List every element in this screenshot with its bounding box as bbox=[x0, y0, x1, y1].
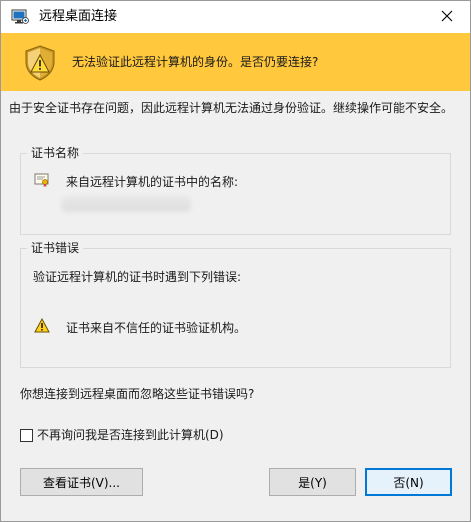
warning-banner: 无法验证此远程计算机的身份。是否仍要连接? bbox=[1, 33, 470, 91]
ignore-errors-question: 你想连接到远程桌面而忽略这些证书错误吗? bbox=[20, 387, 255, 401]
certificate-name-group-title: 证书名称 bbox=[27, 144, 84, 162]
rdp-certificate-dialog: 远程桌面连接 无法验证此远程计算机的身份。是否仍要连接? 由于安全证书存在问题，… bbox=[0, 0, 471, 522]
remote-desktop-icon bbox=[11, 9, 29, 25]
dont-ask-checkbox-row[interactable]: 不再询问我是否连接到此计算机(D) bbox=[20, 426, 224, 444]
banner-message: 无法验证此远程计算机的身份。是否仍要连接? bbox=[72, 55, 319, 69]
shield-warning-icon bbox=[23, 45, 57, 81]
errors-description: 验证远程计算机的证书时遇到下列错误: bbox=[33, 270, 242, 284]
certificate-name-group: 证书名称 来自远程计算机的证书中的名称: redacted-host-name bbox=[20, 144, 451, 235]
title-bar[interactable]: 远程桌面连接 bbox=[1, 1, 470, 33]
window-title: 远程桌面连接 bbox=[39, 9, 118, 24]
error-item: 证书来自不信任的证书验证机构。 bbox=[66, 321, 247, 335]
dont-ask-checkbox[interactable] bbox=[20, 428, 33, 442]
view-certificate-button[interactable]: 查看证书(V)... bbox=[20, 468, 143, 496]
certificate-icon bbox=[34, 172, 50, 188]
certificate-errors-group: 证书错误 验证远程计算机的证书时遇到下列错误: 证书来自不信任的证书验证机构。 bbox=[20, 239, 451, 368]
close-icon bbox=[441, 10, 453, 25]
certificate-name-label: 来自远程计算机的证书中的名称: bbox=[66, 175, 239, 189]
close-button[interactable] bbox=[424, 1, 470, 33]
dialog-bottom-edge bbox=[1, 515, 470, 521]
no-button[interactable]: 否(N) bbox=[365, 468, 452, 496]
intro-text: 由于安全证书存在问题，因此远程计算机无法通过身份验证。继续操作可能不安全。 bbox=[9, 101, 454, 115]
certificate-errors-group-title: 证书错误 bbox=[27, 239, 84, 257]
warning-icon bbox=[34, 317, 50, 333]
yes-button[interactable]: 是(Y) bbox=[269, 468, 356, 496]
dont-ask-checkbox-label[interactable]: 不再询问我是否连接到此计算机(D) bbox=[37, 426, 224, 444]
certificate-name-value: redacted-host-name bbox=[61, 196, 191, 212]
